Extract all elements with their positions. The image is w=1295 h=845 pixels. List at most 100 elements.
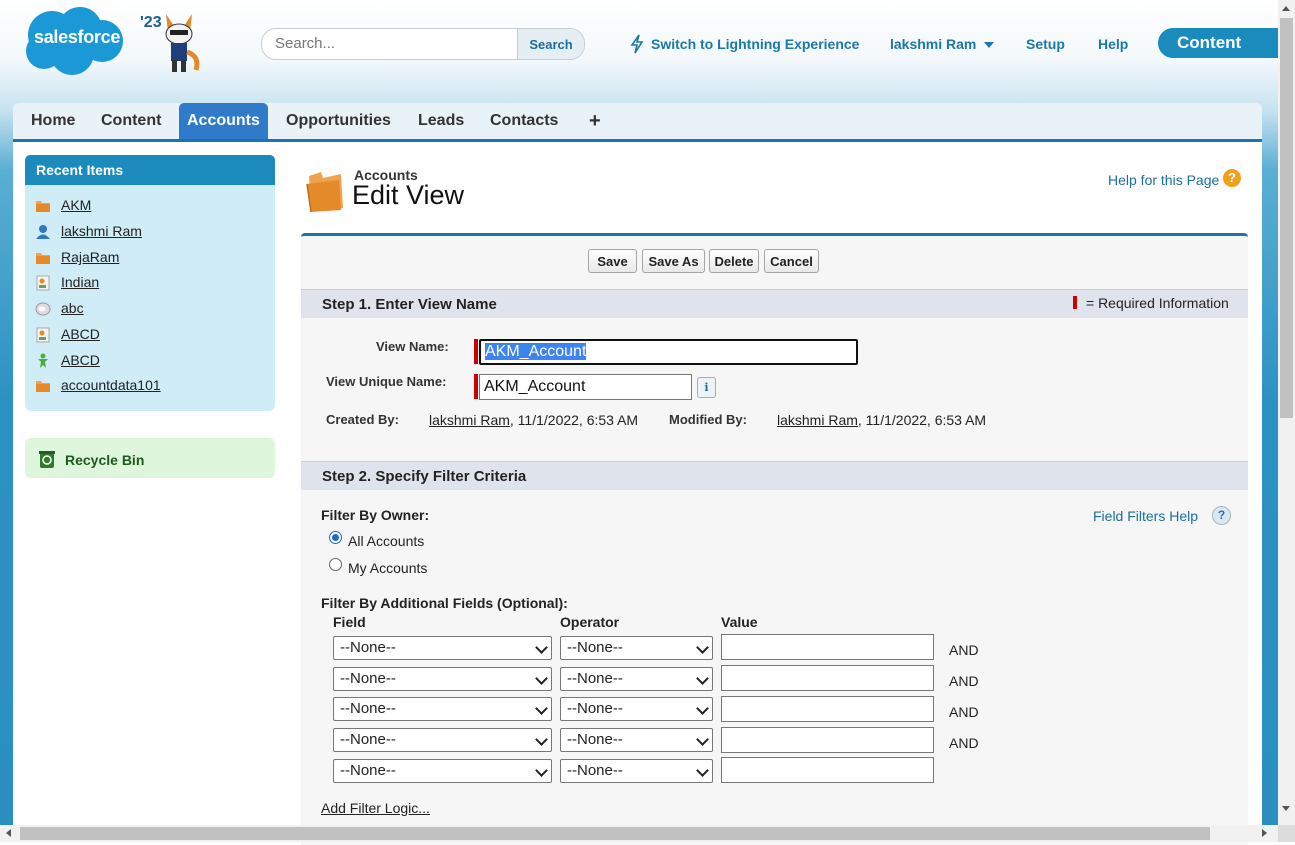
- modified-by-value: lakshmi Ram, 11/1/2022, 6:53 AM: [777, 412, 986, 428]
- recycle-bin[interactable]: Recycle Bin: [25, 438, 275, 478]
- help-for-page-link[interactable]: Help for this Page: [1108, 172, 1219, 188]
- step1-title: Step 1. Enter View Name: [322, 296, 497, 313]
- field-filters-help-link[interactable]: Field Filters Help: [1093, 508, 1198, 524]
- switch-lightning-link[interactable]: Switch to Lightning Experience: [651, 36, 859, 52]
- save-button[interactable]: Save: [588, 249, 637, 273]
- edit-view-form: [301, 233, 1248, 845]
- view-name-input[interactable]: AKM_Account: [479, 339, 858, 365]
- operator-select[interactable]: --None--: [560, 636, 713, 660]
- scroll-up-icon[interactable]: [1282, 6, 1290, 11]
- cancel-button[interactable]: Cancel: [764, 249, 819, 273]
- additional-fields-label: Filter By Additional Fields (Optional):: [321, 595, 568, 611]
- field-select[interactable]: --None--: [333, 697, 552, 721]
- field-select[interactable]: --None--: [333, 667, 552, 691]
- operator-select-value: --None--: [567, 700, 623, 717]
- operator-select[interactable]: --None--: [560, 759, 713, 783]
- scroll-left-icon[interactable]: [6, 829, 11, 837]
- recent-item-link[interactable]: lakshmi Ram: [61, 223, 142, 239]
- recent-items-list: AKM lakshmi Ram RajaRam Indian abc ABCD …: [25, 185, 275, 411]
- operator-select[interactable]: --None--: [560, 697, 713, 721]
- step2-title: Step 2. Specify Filter Criteria: [322, 468, 527, 485]
- operator-select[interactable]: --None--: [560, 728, 713, 752]
- field-select[interactable]: --None--: [333, 728, 552, 752]
- horizontal-scrollbar[interactable]: [0, 825, 1278, 842]
- operator-select-value: --None--: [567, 639, 623, 656]
- my-accounts-radio[interactable]: [329, 558, 342, 571]
- and-label: AND: [949, 735, 979, 751]
- scroll-right-icon[interactable]: [1262, 829, 1267, 837]
- tab-add-icon[interactable]: +: [589, 103, 601, 139]
- add-filter-logic-link[interactable]: Add Filter Logic...: [321, 800, 430, 816]
- help-question-icon[interactable]: ?: [1223, 169, 1241, 187]
- mascot-icon: [165, 14, 200, 72]
- save-as-button[interactable]: Save As: [642, 249, 705, 273]
- recent-item-link[interactable]: accountdata101: [61, 377, 161, 393]
- recent-item-link[interactable]: ABCD: [61, 352, 100, 368]
- modified-by-label: Modified By:: [669, 412, 747, 427]
- recent-item-link[interactable]: ABCD: [61, 326, 100, 342]
- logo-text: salesforce: [34, 27, 121, 47]
- recent-item-link[interactable]: RajaRam: [61, 249, 119, 265]
- modified-by-date: , 11/1/2022, 6:53 AM: [857, 412, 987, 428]
- created-by-user-link[interactable]: lakshmi Ram: [429, 412, 510, 428]
- value-input[interactable]: [721, 665, 934, 691]
- search-input[interactable]: [262, 29, 525, 57]
- account-folder-icon: [36, 201, 50, 212]
- value-input[interactable]: [721, 757, 934, 783]
- help-question-icon[interactable]: ?: [1212, 506, 1231, 525]
- and-label: AND: [949, 642, 979, 658]
- field-select[interactable]: --None--: [333, 636, 552, 660]
- recycle-bin-icon: [39, 451, 55, 468]
- tab-home[interactable]: Home: [31, 103, 75, 139]
- horizontal-scroll-thumb[interactable]: [20, 827, 1210, 840]
- vertical-scrollbar[interactable]: [1278, 0, 1295, 825]
- search-button[interactable]: Search: [517, 29, 584, 59]
- person-icon: [38, 353, 48, 368]
- scroll-down-icon[interactable]: [1282, 806, 1290, 811]
- tab-contacts[interactable]: Contacts: [490, 103, 558, 139]
- recent-items-header: Recent Items: [25, 155, 275, 185]
- value-input[interactable]: [721, 696, 934, 722]
- chevron-down-icon: [696, 641, 709, 654]
- operator-select[interactable]: --None--: [560, 667, 713, 691]
- recent-item-link[interactable]: Indian: [61, 274, 99, 290]
- account-folder-icon: [36, 381, 50, 392]
- recycle-bin-label: Recycle Bin: [65, 452, 145, 468]
- tab-leads[interactable]: Leads: [418, 103, 464, 139]
- delete-button[interactable]: Delete: [709, 249, 759, 273]
- value-column-header: Value: [721, 614, 758, 630]
- filter-by-owner-label: Filter By Owner:: [321, 507, 430, 523]
- modified-by-user-link[interactable]: lakshmi Ram: [777, 412, 858, 428]
- recent-item-link[interactable]: AKM: [61, 197, 91, 213]
- my-accounts-label: My Accounts: [348, 560, 428, 576]
- required-info-text: = Required Information: [1086, 295, 1229, 311]
- and-label: AND: [949, 704, 979, 720]
- field-select-value: --None--: [340, 639, 396, 656]
- help-link[interactable]: Help: [1098, 36, 1128, 52]
- app-switcher-button[interactable]: Content: [1158, 28, 1278, 58]
- tab-content[interactable]: Content: [101, 103, 161, 139]
- chevron-down-icon: [535, 733, 548, 746]
- tab-opportunities[interactable]: Opportunities: [286, 103, 391, 139]
- value-input[interactable]: [721, 634, 934, 660]
- view-unique-name-label: View Unique Name:: [326, 374, 447, 389]
- created-by-date: , 11/1/2022, 6:53 AM: [509, 412, 639, 428]
- tab-bar: Home Content Accounts Opportunities Lead…: [13, 103, 1262, 142]
- setup-link[interactable]: Setup: [1026, 36, 1065, 52]
- chevron-down-icon: [696, 733, 709, 746]
- view-unique-name-input[interactable]: AKM_Account: [479, 374, 692, 400]
- recent-item-link[interactable]: abc: [61, 300, 84, 316]
- tab-accounts[interactable]: Accounts: [179, 103, 268, 139]
- value-input[interactable]: [721, 727, 934, 753]
- chevron-down-icon: [535, 672, 548, 685]
- page-title: Edit View: [352, 180, 465, 210]
- field-select-value: --None--: [340, 762, 396, 779]
- info-icon[interactable]: i: [697, 377, 716, 398]
- contact-card-icon: [36, 275, 50, 291]
- user-menu[interactable]: lakshmi Ram: [890, 36, 995, 52]
- step2-header: Step 2. Specify Filter Criteria: [301, 461, 1248, 490]
- field-select[interactable]: --None--: [333, 759, 552, 783]
- created-by-value: lakshmi Ram, 11/1/2022, 6:53 AM: [429, 412, 638, 428]
- vertical-scroll-thumb[interactable]: [1280, 18, 1293, 418]
- all-accounts-radio[interactable]: [329, 531, 342, 544]
